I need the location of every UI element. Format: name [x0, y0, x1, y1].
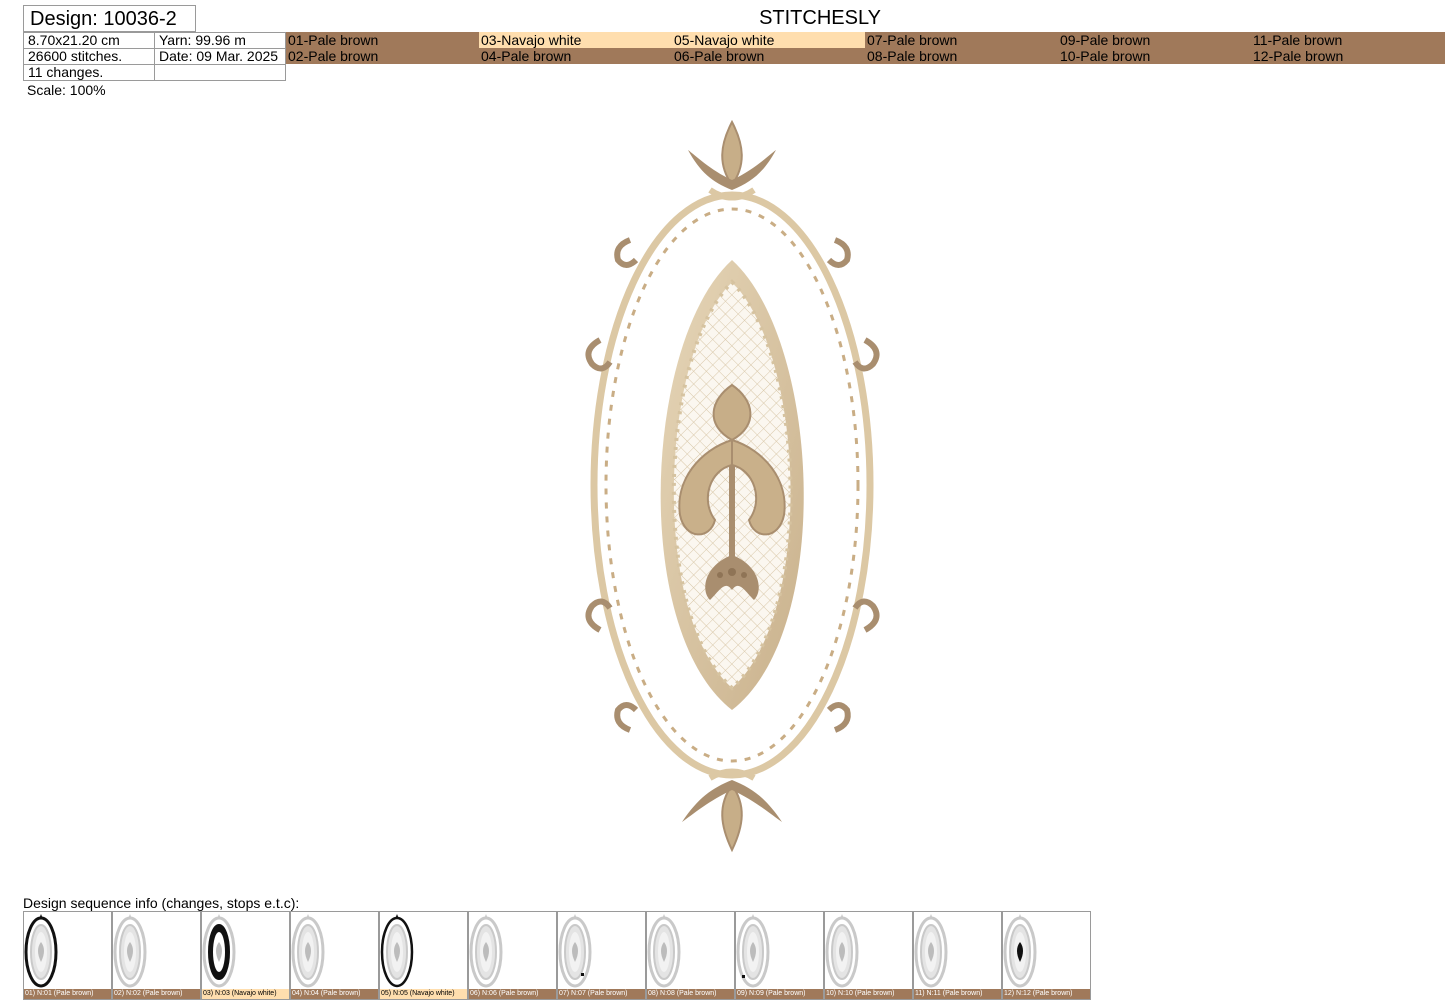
embroidery-design [560, 110, 905, 860]
sequence-step-5: 05) N:05 (Navajo white) [379, 911, 468, 1000]
bottom-finial [682, 768, 782, 853]
sequence-step-11: 11) N:11 (Pale brown) [913, 911, 1002, 1000]
yarn-length: Yarn: 99.96 m [154, 32, 286, 49]
top-finial [688, 119, 776, 201]
step-caption: 07) N:07 (Pale brown) [558, 989, 645, 999]
change-count: 11 changes. [23, 64, 155, 81]
thread-2: 02-Pale brown [286, 48, 479, 64]
step-thumbnail [24, 914, 58, 988]
embroidery-motif [585, 119, 880, 853]
thread-11: 11-Pale brown [1251, 32, 1445, 48]
step-caption: 08) N:08 (Pale brown) [647, 989, 734, 999]
empty-cell [154, 64, 286, 81]
design-title: Design: 10036-2 [23, 5, 196, 32]
sequence-step-6: 06) N:06 (Pale brown) [468, 911, 557, 1000]
step-thumbnail [291, 914, 325, 988]
design-date: Date: 09 Mar. 2025 [154, 48, 286, 65]
stitch-count: 26600 stitches. [23, 48, 155, 65]
step-thumbnail [647, 914, 681, 988]
thread-12: 12-Pale brown [1251, 48, 1445, 64]
thread-5: 05-Navajo white [672, 32, 865, 48]
sequence-step-8: 08) N:08 (Pale brown) [646, 911, 735, 1000]
step-thumbnail [914, 914, 948, 988]
sequence-step-10: 10) N:10 (Pale brown) [824, 911, 913, 1000]
step-caption: 06) N:06 (Pale brown) [469, 989, 556, 999]
step-caption: 10) N:10 (Pale brown) [825, 989, 912, 999]
step-caption: 09) N:09 (Pale brown) [736, 989, 823, 999]
thread-8: 08-Pale brown [865, 48, 1058, 64]
sequence-step-12: 12) N:12 (Pale brown) [1002, 911, 1091, 1000]
sequence-step-7: 07) N:07 (Pale brown) [557, 911, 646, 1000]
sequence-step-1: 01) N:01 (Pale brown) [23, 911, 112, 1000]
step-thumbnail [1003, 914, 1037, 988]
thread-6: 06-Pale brown [672, 48, 865, 64]
thread-3: 03-Navajo white [479, 32, 672, 48]
thread-1: 01-Pale brown [286, 32, 479, 48]
step-caption: 05) N:05 (Navajo white) [380, 989, 467, 999]
step-caption: 11) N:11 (Pale brown) [914, 989, 1001, 999]
sequence-step-4: 04) N:04 (Pale brown) [290, 911, 379, 1000]
scale-label: Scale: 100% [27, 82, 106, 98]
thread-9: 09-Pale brown [1058, 32, 1251, 48]
step-caption: 04) N:04 (Pale brown) [291, 989, 378, 999]
design-size: 8.70x21.20 cm [23, 32, 155, 49]
step-thumbnail [113, 914, 147, 988]
step-thumbnail [469, 914, 503, 988]
sequence-step-2: 02) N:02 (Pale brown) [112, 911, 201, 1000]
step-thumbnail [736, 914, 770, 988]
thread-7: 07-Pale brown [865, 32, 1058, 48]
thread-10: 10-Pale brown [1058, 48, 1251, 64]
step-thumbnail [558, 914, 592, 988]
step-thumbnail [380, 914, 414, 988]
step-caption: 02) N:02 (Pale brown) [113, 989, 200, 999]
step-thumbnail [825, 914, 859, 988]
sequence-title: Design sequence info (changes, stops e.t… [23, 895, 300, 911]
step-thumbnail [202, 914, 236, 988]
brand-name: STITCHESLY [759, 7, 881, 29]
step-caption: 12) N:12 (Pale brown) [1003, 989, 1090, 999]
step-caption: 03) N:03 (Navajo white) [202, 989, 289, 999]
thread-4: 04-Pale brown [479, 48, 672, 64]
sequence-step-3: 03) N:03 (Navajo white) [201, 911, 290, 1000]
step-caption: 01) N:01 (Pale brown) [24, 989, 111, 999]
sequence-step-9: 09) N:09 (Pale brown) [735, 911, 824, 1000]
